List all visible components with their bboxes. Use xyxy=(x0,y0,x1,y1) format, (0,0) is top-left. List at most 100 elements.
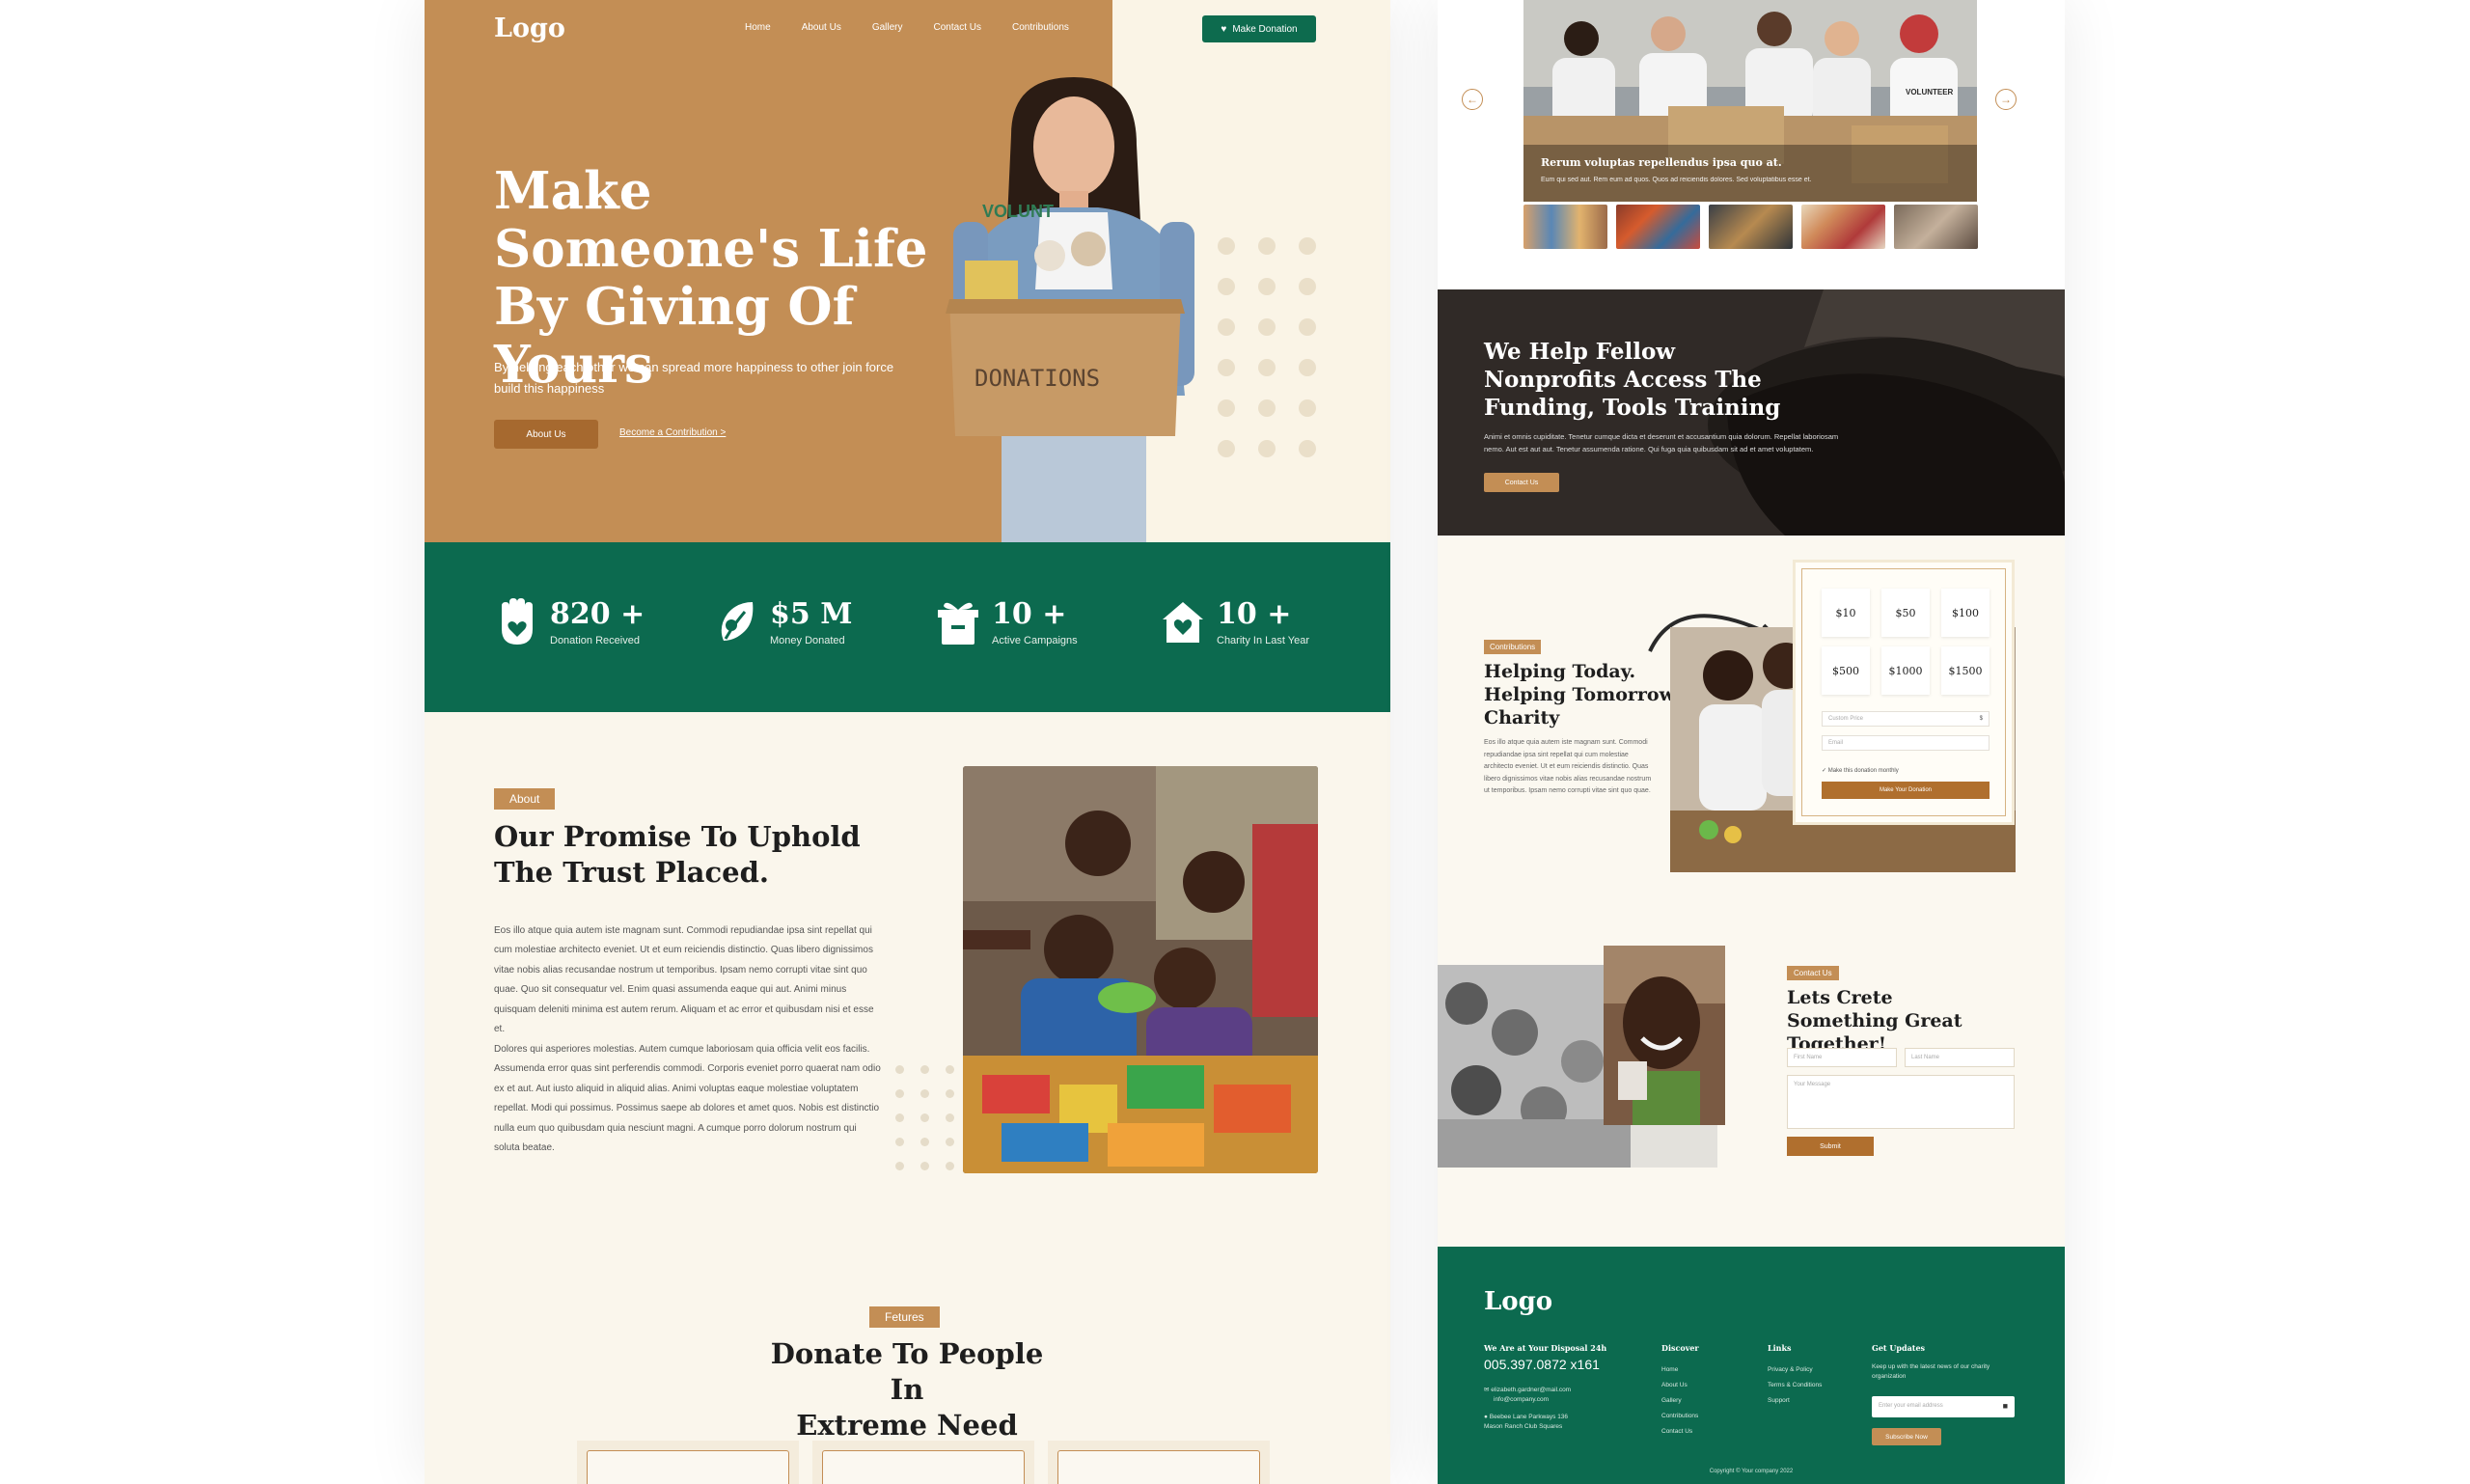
footer-link-home[interactable]: Home xyxy=(1661,1362,1698,1378)
gallery-thumbnail[interactable] xyxy=(1894,205,1978,249)
feature-card[interactable] xyxy=(812,1441,1034,1484)
gallery-caption-sub: Eum qui sed aut. Rem eum ad quos. Quos a… xyxy=(1541,177,1812,183)
footer-discover-links: Home About Us Gallery Contributions Cont… xyxy=(1661,1362,1698,1440)
footer-phone[interactable]: 005.397.0872 x161 xyxy=(1484,1357,1600,1372)
amount-option[interactable]: $100 xyxy=(1941,589,1990,637)
gallery-caption-title: Rerum voluptas repellendus ipsa quo at. xyxy=(1541,156,1782,169)
footer-link-terms[interactable]: Terms & Conditions xyxy=(1768,1378,1822,1393)
email-field[interactable]: Email xyxy=(1822,735,1990,751)
gallery-thumbnails xyxy=(1523,205,1978,249)
hero-subtitle: By helping each other we can spread more… xyxy=(494,360,894,396)
hero-section: Logo Home About Us Gallery Contact Us Co… xyxy=(425,0,1390,542)
contact-us-button[interactable]: Contact Us xyxy=(1484,473,1559,492)
nav-contact[interactable]: Contact Us xyxy=(934,22,981,33)
contact-tag: Contact Us xyxy=(1787,966,1839,980)
stat-value: 820 + xyxy=(550,597,645,631)
footer-email-line[interactable]: info@company.com xyxy=(1484,1395,1571,1405)
footer-link-contributions[interactable]: Contributions xyxy=(1661,1409,1698,1424)
about-tag: About xyxy=(494,788,556,810)
footer-link-contact[interactable]: Contact Us xyxy=(1661,1424,1698,1440)
monthly-checkbox-label: Make this donation monthly xyxy=(1827,768,1899,774)
stat-money: $5 M Money Donated xyxy=(714,598,852,646)
nav-contributions[interactable]: Contributions xyxy=(1012,22,1069,33)
stat-label: Donation Received xyxy=(550,635,640,646)
amount-option[interactable]: $500 xyxy=(1822,646,1870,695)
gallery-thumbnail[interactable] xyxy=(1709,205,1793,249)
features-title-line: Donate To People In xyxy=(770,1337,1044,1406)
features-title: Donate To People In Extreme Need xyxy=(753,1336,1061,1443)
footer-links: Privacy & Policy Terms & Conditions Supp… xyxy=(1768,1362,1822,1409)
house-heart-icon xyxy=(1163,602,1203,643)
gallery-shirt-text: VOLUNTEER xyxy=(1906,88,1954,96)
make-donation-button[interactable]: ♥ Make Donation xyxy=(1202,15,1316,42)
become-contribution-link[interactable]: Become a Contribution > xyxy=(619,427,726,438)
donation-form-inner: $10 $50 $100 $500 $1000 $1500 Custom Pri… xyxy=(1801,568,2006,816)
newsletter-email-input[interactable]: Enter your email address ■ xyxy=(1872,1396,2015,1417)
child-smiling-photo xyxy=(1604,946,1725,1125)
about-paragraph: Dolores qui asperiores molestias. Autem … xyxy=(494,1044,881,1154)
features-tag: Fetures xyxy=(869,1306,940,1328)
gallery-prev-button[interactable]: ← xyxy=(1462,89,1483,110)
make-donation-label: Make Donation xyxy=(1232,23,1298,35)
send-icon: ■ xyxy=(2002,1401,2008,1411)
landing-page-left: Logo Home About Us Gallery Contact Us Co… xyxy=(425,0,1390,1484)
message-textarea[interactable]: Your Message xyxy=(1787,1075,2015,1129)
hand-heart-icon xyxy=(502,598,533,645)
footer-link-privacy[interactable]: Privacy & Policy xyxy=(1768,1362,1822,1378)
nav-home[interactable]: Home xyxy=(745,22,771,33)
make-your-donation-button[interactable]: Make Your Donation xyxy=(1822,782,1990,799)
submit-button[interactable]: Submit xyxy=(1787,1137,1874,1156)
amount-option[interactable]: $50 xyxy=(1881,589,1930,637)
children-photo xyxy=(963,766,1318,1173)
footer-link-about[interactable]: About Us xyxy=(1661,1378,1698,1393)
gallery-thumbnail[interactable] xyxy=(1616,205,1700,249)
stat-charity: 10 + Charity In Last Year xyxy=(1161,598,1309,646)
footer-address: ● Beebee Lane Parkways 136 Mason Ranch C… xyxy=(1484,1413,1571,1432)
footer-disposal-heading: We Are at Your Disposal 24h xyxy=(1484,1343,1607,1353)
footer-email-line[interactable]: elizabeth.gardner@mail.com xyxy=(1491,1387,1571,1393)
shirt-text: VOLUNT xyxy=(982,202,1054,221)
copyright: Copyright © Your company 2022 xyxy=(1709,1469,1794,1474)
last-name-input[interactable]: Last Name xyxy=(1905,1048,2015,1067)
main-nav: Home About Us Gallery Contact Us Contrib… xyxy=(745,22,1069,33)
monthly-checkbox[interactable]: ✓ Make this donation monthly xyxy=(1822,767,1899,774)
amount-option[interactable]: $1000 xyxy=(1881,646,1930,695)
gallery-main-image[interactable]: VOLUNTEER Rerum voluptas repellendus ips… xyxy=(1523,0,1977,202)
feature-card[interactable] xyxy=(577,1441,799,1484)
contact-title: Lets Crete Something Great Together! xyxy=(1787,987,1962,1055)
stat-value: $5 M xyxy=(770,597,853,631)
stat-campaigns: 10 + Active Campaigns xyxy=(936,598,1078,646)
footer-link-gallery[interactable]: Gallery xyxy=(1661,1393,1698,1409)
gallery-thumbnail[interactable] xyxy=(1801,205,1885,249)
heart-icon: ♥ xyxy=(1221,23,1227,35)
check-icon: ✓ xyxy=(1822,768,1827,774)
donation-form: $10 $50 $100 $500 $1000 $1500 Custom Pri… xyxy=(1793,560,2015,825)
gallery-thumbnail[interactable] xyxy=(1523,205,1607,249)
footer-link-support[interactable]: Support xyxy=(1768,1393,1822,1409)
gallery-next-button[interactable]: → xyxy=(1995,89,2017,110)
amount-option[interactable]: $10 xyxy=(1822,589,1870,637)
subscribe-button[interactable]: Subscribe Now xyxy=(1872,1428,1941,1445)
footer-email: ✉ elizabeth.gardner@mail.com info@compan… xyxy=(1484,1386,1571,1405)
features-title-line: Extreme Need xyxy=(796,1409,1018,1442)
footer-address-text: Beebee Lane Parkways 136 Mason Ranch Clu… xyxy=(1484,1414,1569,1430)
nav-gallery[interactable]: Gallery xyxy=(872,22,903,33)
amount-option[interactable]: $1500 xyxy=(1941,646,1990,695)
logo[interactable]: Logo xyxy=(494,14,565,43)
gallery-section: ← → VOLUNTEER Rerum voluptas repellendus… xyxy=(1438,0,2065,289)
first-name-input[interactable]: First Name xyxy=(1787,1048,1897,1067)
footer: Logo We Are at Your Disposal 24h 005.397… xyxy=(1438,1247,2065,1484)
dot-pattern xyxy=(1218,237,1316,457)
footer-logo[interactable]: Logo xyxy=(1484,1287,1552,1316)
nav-about[interactable]: About Us xyxy=(802,22,841,33)
contributions-text: Eos illo atque quia autem iste magnam su… xyxy=(1484,739,1652,794)
about-us-button[interactable]: About Us xyxy=(494,420,598,449)
custom-price-input[interactable]: Custom Price $ xyxy=(1822,711,1990,727)
nonprofit-title: We Help Fellow Nonprofits Access The Fun… xyxy=(1484,339,1781,421)
stat-value: 10 + xyxy=(992,597,1067,631)
leaf-coin-icon xyxy=(721,602,754,641)
landing-page-right: ← → VOLUNTEER Rerum voluptas repellendus… xyxy=(1438,0,2065,1484)
footer-discover-heading: Discover xyxy=(1661,1343,1699,1353)
box-label: DONATIONS xyxy=(974,365,1100,392)
feature-card[interactable] xyxy=(1048,1441,1270,1484)
